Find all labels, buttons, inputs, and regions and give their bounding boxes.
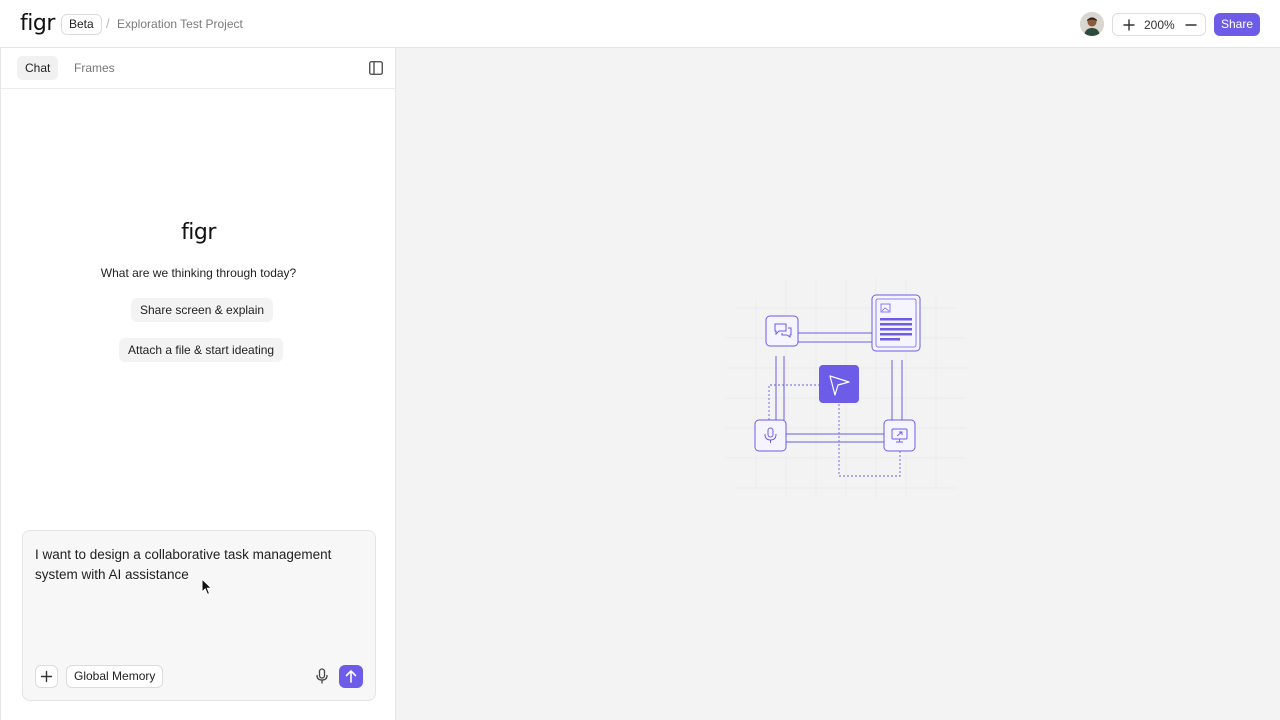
- suggestion-share-screen[interactable]: Share screen & explain: [131, 298, 274, 322]
- zoom-in-icon[interactable]: [1121, 17, 1137, 33]
- zoom-out-icon[interactable]: [1183, 17, 1199, 33]
- microphone-icon[interactable]: [313, 667, 331, 685]
- chat-input-box: I want to design a collaborative task ma…: [22, 530, 376, 701]
- send-node: [819, 365, 859, 403]
- attach-button[interactable]: [35, 665, 58, 688]
- send-button[interactable]: [339, 665, 363, 688]
- suggestion-attach-file[interactable]: Attach a file & start ideating: [119, 338, 284, 362]
- tab-frames[interactable]: Frames: [66, 56, 123, 80]
- document-node: [871, 294, 921, 352]
- empty-canvas-illustration: [726, 278, 966, 498]
- tab-chat[interactable]: Chat: [17, 56, 59, 80]
- canvas[interactable]: [396, 48, 1280, 720]
- app-logo[interactable]: figr: [20, 11, 55, 36]
- sidebar-toggle-icon[interactable]: [369, 61, 383, 75]
- top-bar: figr Beta / Exploration Test Project 200…: [0, 0, 1280, 48]
- zoom-level: 200%: [1144, 18, 1175, 32]
- beta-badge: Beta: [61, 14, 102, 35]
- breadcrumb-separator: /: [106, 16, 110, 31]
- panel-logo: figr: [181, 220, 216, 245]
- mouse-cursor-icon: [201, 578, 213, 596]
- share-button[interactable]: Share: [1214, 13, 1260, 36]
- chat-panel: Chat Frames figr What are we thinking th…: [0, 48, 396, 720]
- screen-share-node: [883, 419, 916, 452]
- plus-icon: [40, 670, 53, 683]
- chat-bubble-node: [765, 315, 799, 347]
- zoom-control: 200%: [1112, 13, 1206, 36]
- global-memory-chip[interactable]: Global Memory: [66, 665, 164, 688]
- mic-node: [754, 419, 787, 452]
- arrow-up-icon: [345, 670, 357, 683]
- welcome-question: What are we thinking through today?: [100, 266, 297, 280]
- panel-tabs: Chat Frames: [1, 48, 396, 89]
- user-avatar[interactable]: [1080, 12, 1104, 36]
- project-name[interactable]: Exploration Test Project: [117, 17, 243, 31]
